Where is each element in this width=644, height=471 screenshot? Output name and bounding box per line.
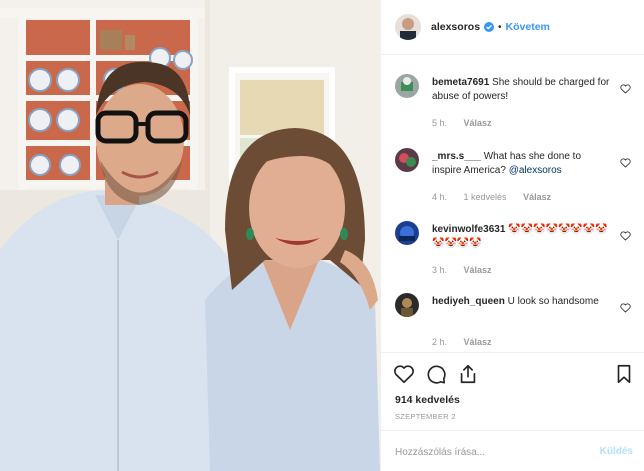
instagram-post: alexsoros • Követem bemeta7691 She shoul… bbox=[0, 0, 644, 471]
comment-composer: Küldés bbox=[381, 430, 644, 471]
comment-like-heart-icon[interactable] bbox=[620, 158, 631, 168]
comment-meta: 5 h. Válasz bbox=[432, 118, 506, 128]
post-header: alexsoros • Követem bbox=[381, 0, 644, 55]
comment-meta: 3 h. Válasz bbox=[432, 265, 506, 275]
avatar[interactable] bbox=[395, 14, 421, 40]
comment-time[interactable]: 3 h. bbox=[432, 265, 447, 275]
post-photo[interactable] bbox=[0, 0, 380, 471]
commenter-username[interactable]: hediyeh_queen bbox=[432, 296, 505, 307]
comment-like-heart-icon[interactable] bbox=[620, 231, 631, 241]
comment-meta: 2 h. Válasz bbox=[432, 337, 506, 347]
commenter-avatar[interactable] bbox=[395, 74, 419, 98]
comment-likes[interactable]: 1 kedvelés bbox=[464, 192, 507, 202]
reply-button[interactable]: Válasz bbox=[464, 265, 492, 275]
post-side-panel: alexsoros • Követem bemeta7691 She shoul… bbox=[380, 0, 644, 471]
mention-link[interactable]: @alexsoros bbox=[509, 165, 562, 176]
commenter-username[interactable]: bemeta7691 bbox=[432, 77, 489, 88]
commenter-avatar[interactable] bbox=[395, 293, 419, 317]
reply-button[interactable]: Válasz bbox=[523, 192, 551, 202]
author-username[interactable]: alexsoros bbox=[431, 21, 480, 33]
comment-input[interactable] bbox=[395, 443, 585, 461]
comments-list[interactable]: bemeta7691 She should be charged for abu… bbox=[381, 56, 644, 352]
comment-text: _mrs.s___ What has she done to inspire A… bbox=[432, 150, 612, 178]
comment-like-heart-icon[interactable] bbox=[620, 303, 631, 313]
reply-button[interactable]: Válasz bbox=[464, 337, 492, 347]
comment-like-heart-icon[interactable] bbox=[620, 84, 631, 94]
follow-button[interactable]: Követem bbox=[506, 21, 550, 33]
comment-bubble-icon[interactable] bbox=[425, 363, 447, 385]
comment-text: kevinwolfe3631 🤡🤡🤡🤡🤡🤡🤡🤡🤡🤡🤡🤡 bbox=[432, 223, 612, 251]
commenter-username[interactable]: _mrs.s___ bbox=[432, 151, 481, 162]
reply-button[interactable]: Válasz bbox=[464, 118, 492, 128]
comment-time[interactable]: 5 h. bbox=[432, 118, 447, 128]
bookmark-icon[interactable] bbox=[613, 363, 635, 385]
commenter-avatar[interactable] bbox=[395, 148, 419, 172]
post-comment-button[interactable]: Küldés bbox=[600, 446, 633, 457]
comment-time[interactable]: 4 h. bbox=[432, 192, 447, 202]
likes-count[interactable]: 914 kedvelés bbox=[395, 394, 460, 406]
comment-content: U look so handsome bbox=[507, 296, 599, 307]
comment-text: hediyeh_queen U look so handsome bbox=[432, 295, 612, 309]
post-actions: 914 kedvelés SZEPTEMBER 2 bbox=[381, 352, 644, 430]
comment-meta: 4 h. 1 kedvelés Válasz bbox=[432, 192, 565, 202]
header-separator: • bbox=[498, 21, 502, 33]
comment-time[interactable]: 2 h. bbox=[432, 337, 447, 347]
commenter-avatar[interactable] bbox=[395, 221, 419, 245]
commenter-username[interactable]: kevinwolfe3631 bbox=[432, 224, 505, 235]
heart-outline-icon[interactable] bbox=[393, 363, 415, 385]
verified-badge-icon bbox=[484, 22, 495, 32]
post-date[interactable]: SZEPTEMBER 2 bbox=[395, 412, 456, 421]
share-upload-icon[interactable] bbox=[457, 363, 479, 385]
photo-illustration bbox=[0, 0, 380, 471]
comment-text: bemeta7691 She should be charged for abu… bbox=[432, 76, 612, 104]
